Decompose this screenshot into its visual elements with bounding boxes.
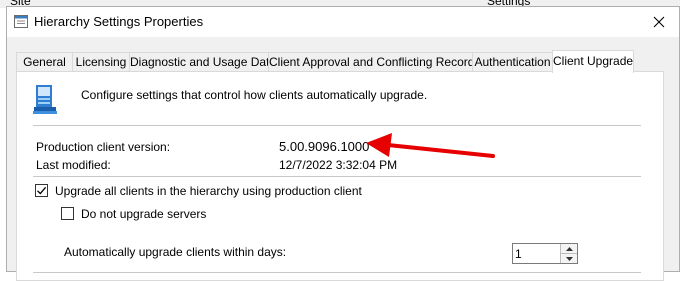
annotation-arrow [366, 133, 495, 158]
separator [33, 272, 641, 273]
tab-client-upgrade[interactable]: Client Upgrade [552, 50, 634, 73]
